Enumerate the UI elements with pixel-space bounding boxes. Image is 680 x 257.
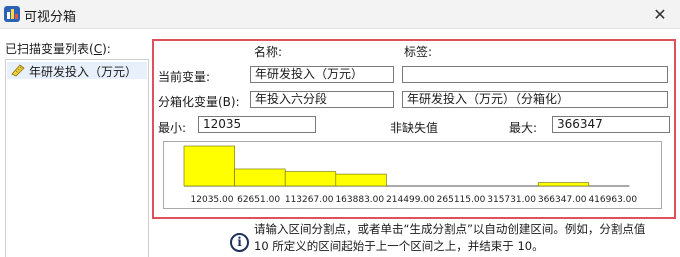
binning-panel: 名称: 标签: 当前变量: 年研发投入（万元） 分箱化变量(B): 年投入六分段… bbox=[152, 39, 676, 219]
histogram-bar bbox=[183, 145, 235, 187]
x-tick-label: 113267.00 bbox=[285, 195, 334, 205]
min-label: 最小: bbox=[158, 121, 187, 135]
window-title: 可视分箱 bbox=[24, 10, 77, 25]
x-tick-label: 416963.00 bbox=[588, 195, 637, 205]
scanned-variable-list[interactable]: 年研发投入（万元） bbox=[5, 59, 149, 257]
histogram-bar bbox=[284, 171, 337, 187]
x-tick-label: 12035.00 bbox=[191, 195, 234, 205]
histogram-bar bbox=[234, 168, 286, 187]
current-variable-name-field: 年研发投入（万元） bbox=[250, 66, 394, 83]
histogram-chart: 12035.00 62651.00 113267.00 163883.00 214499… bbox=[183, 145, 637, 205]
app-icon bbox=[4, 6, 20, 22]
close-icon: ✕ bbox=[653, 5, 667, 24]
current-variable-tag-field bbox=[402, 66, 668, 83]
max-value-field: 366347 bbox=[552, 116, 670, 133]
tag-column-header: 标签: bbox=[404, 45, 433, 59]
nonmissing-label: 非缺失值 bbox=[390, 121, 439, 135]
list-item-variable[interactable]: 年研发投入（万元） bbox=[7, 62, 147, 79]
info-line-2: 10 所定义的区间起始于上一个区间之上，并结束于 10。 bbox=[254, 239, 544, 253]
x-tick-label: 265115.00 bbox=[437, 195, 486, 205]
x-tick-label: 214499.00 bbox=[386, 195, 435, 205]
binned-variable-name-input[interactable]: 年投入六分段 bbox=[250, 91, 394, 108]
histogram-bar bbox=[537, 182, 590, 187]
title-bar: 可视分箱 ✕ bbox=[0, 0, 680, 29]
binned-variable-label: 分箱化变量(B): bbox=[158, 95, 240, 109]
scanned-variable-list-label: 已扫描变量列表(C): bbox=[5, 42, 111, 56]
info-icon: i bbox=[230, 233, 249, 252]
histogram-box: 12035.00 62651.00 113267.00 163883.00 214499… bbox=[163, 141, 662, 209]
histogram-bar bbox=[335, 173, 387, 187]
binned-variable-tag-input[interactable]: 年研发投入（万元）（分箱化） bbox=[402, 91, 668, 108]
max-label: 最大: bbox=[509, 121, 538, 135]
x-tick-label: 366347.00 bbox=[538, 195, 587, 205]
min-value-field: 12035 bbox=[198, 116, 316, 133]
info-line-1: 请输入区间分割点，或者单击“生成分割点”以自动创建区间。例如，分割点值 bbox=[254, 222, 646, 236]
name-column-header: 名称: bbox=[254, 45, 283, 59]
info-text: 请输入区间分割点，或者单击“生成分割点”以自动创建区间。例如，分割点值 10 所… bbox=[254, 221, 680, 255]
close-button[interactable]: ✕ bbox=[640, 0, 680, 29]
x-tick-label: 315731.00 bbox=[487, 195, 536, 205]
current-variable-label: 当前变量: bbox=[158, 70, 211, 84]
variable-label: 年研发投入（万元） bbox=[29, 65, 138, 79]
ruler-scale-icon bbox=[11, 64, 25, 77]
x-tick-label: 163883.00 bbox=[335, 195, 384, 205]
x-tick-label: 62651.00 bbox=[237, 195, 280, 205]
